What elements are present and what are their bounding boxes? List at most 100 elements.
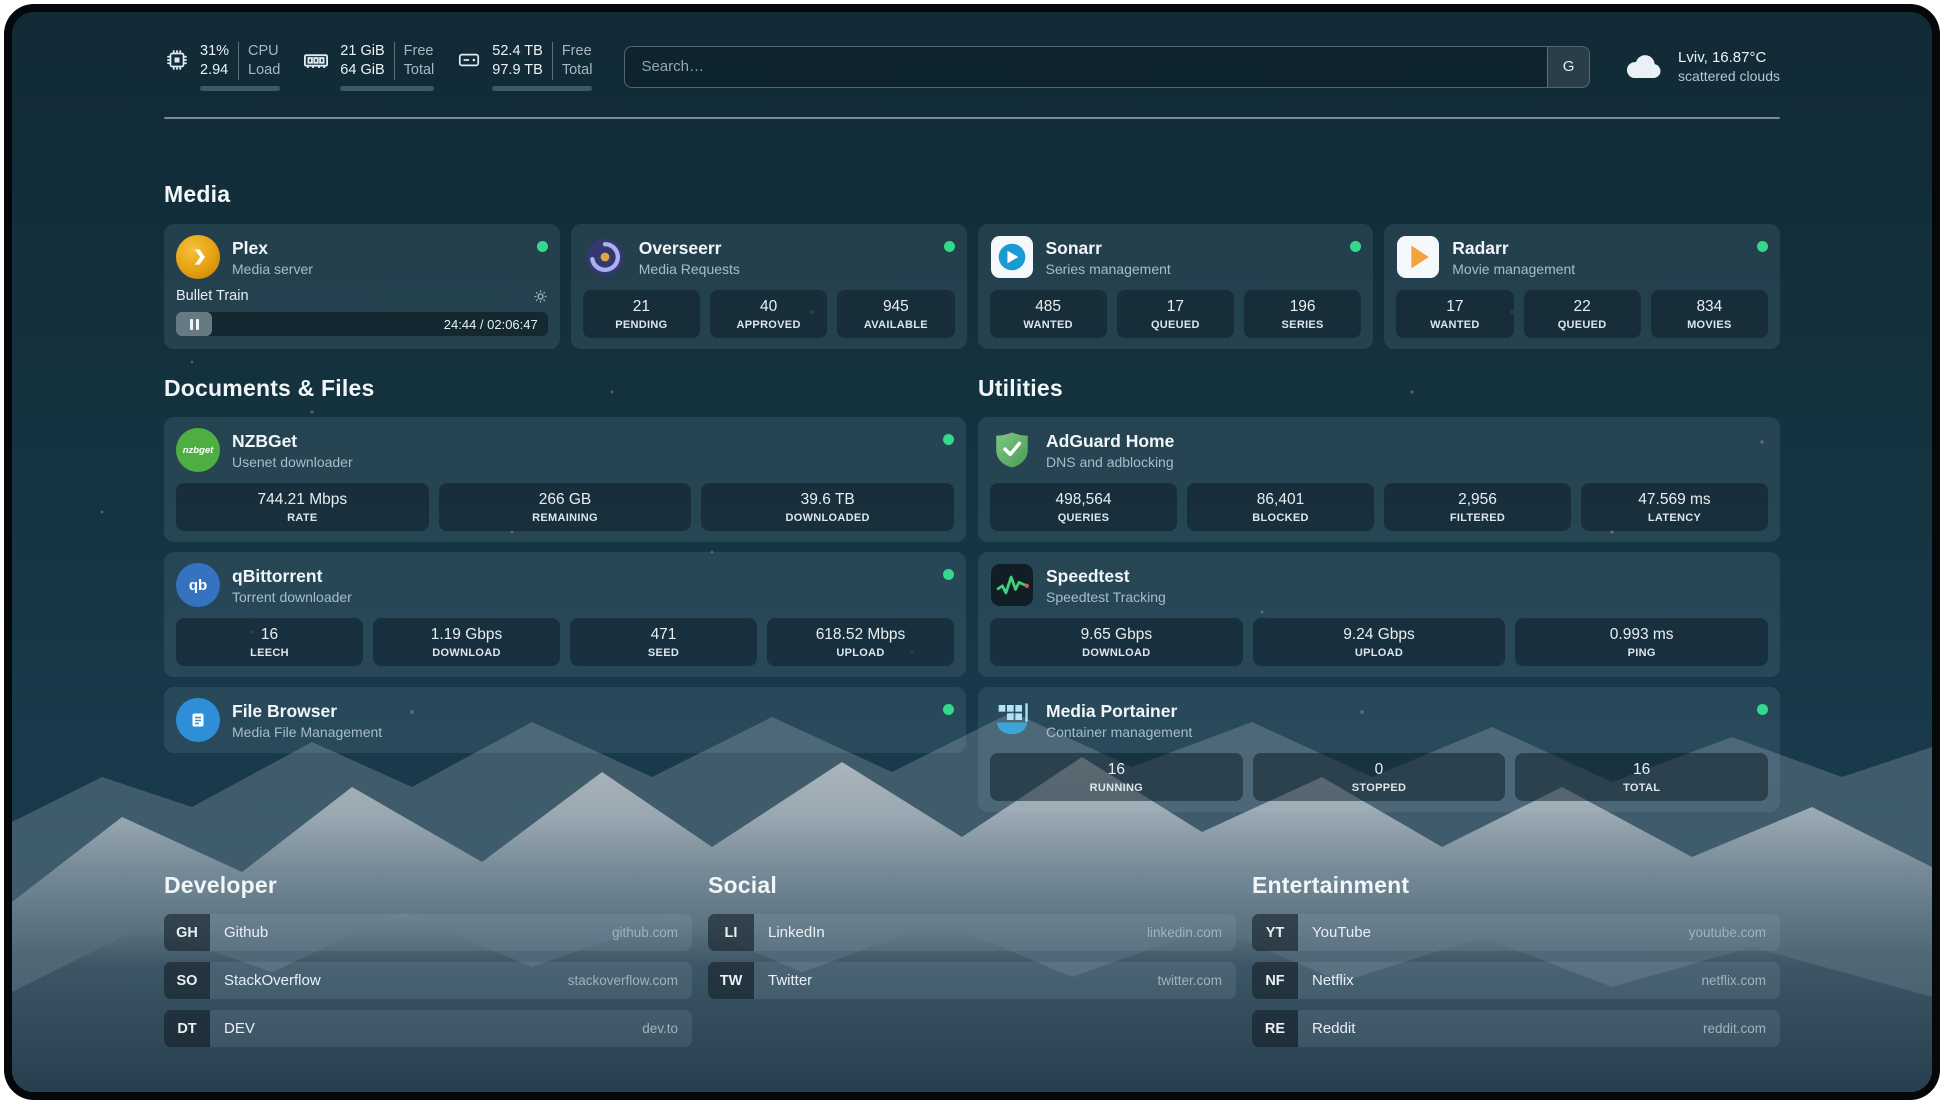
- bookmark-abbr: DT: [164, 1010, 210, 1047]
- service-title: File Browser: [232, 701, 382, 722]
- bookmark-dev[interactable]: DT DEV dev.to: [164, 1010, 692, 1047]
- service-card-overseerr[interactable]: Overseerr Media Requests 21 PENDING 40 A…: [571, 224, 967, 349]
- service-card-qbittorrent[interactable]: qb qBittorrent Torrent downloader 16 LEE…: [164, 552, 966, 677]
- stat-label: UPLOAD: [1257, 647, 1502, 659]
- stat-value: 2,956: [1388, 491, 1567, 509]
- stat-label: DOWNLOAD: [994, 647, 1239, 659]
- service-subtitle: Media File Management: [232, 724, 382, 740]
- qbittorrent-icon: qb: [176, 563, 220, 607]
- stat-label: SEED: [574, 647, 753, 659]
- stat-value: 945: [841, 298, 950, 316]
- bookmark-abbr: NF: [1252, 962, 1298, 999]
- service-subtitle: Torrent downloader: [232, 589, 352, 605]
- status-indicator: [1350, 241, 1361, 252]
- stat-value: 17: [1400, 298, 1509, 316]
- cloud-icon: [1622, 45, 1666, 89]
- stat-box: 21 PENDING: [583, 290, 700, 338]
- bookmark-netflix[interactable]: NF Netflix netflix.com: [1252, 962, 1780, 999]
- bookmark-stackoverflow[interactable]: SO StackOverflow stackoverflow.com: [164, 962, 692, 999]
- status-indicator: [943, 434, 954, 445]
- sonarr-icon: [990, 235, 1034, 279]
- bookmark-linkedin[interactable]: LI LinkedIn linkedin.com: [708, 914, 1236, 951]
- stat-box: 1.19 Gbps DOWNLOAD: [373, 618, 560, 666]
- memory-widget: 21 GiB 64 GiB Free Total: [302, 42, 434, 91]
- bookmark-domain: reddit.com: [1703, 1021, 1766, 1036]
- stat-label: QUERIES: [994, 512, 1173, 524]
- status-indicator: [1757, 704, 1768, 715]
- stat-label: LATENCY: [1585, 512, 1764, 524]
- stat-value: 471: [574, 626, 753, 644]
- stat-value: 266 GB: [443, 491, 688, 509]
- stat-value: 0: [1257, 761, 1502, 779]
- search-bar: G: [624, 46, 1590, 88]
- stat-label: TOTAL: [1519, 782, 1764, 794]
- stat-value: 47.569 ms: [1585, 491, 1764, 509]
- service-title: NZBGet: [232, 431, 353, 452]
- bookmarks-social: Social LI LinkedIn linkedin.com TW Twitt…: [708, 872, 1236, 999]
- memory-total-label: Total: [404, 61, 435, 80]
- stat-label: APPROVED: [714, 319, 823, 331]
- stat-box: 834 MOVIES: [1651, 290, 1768, 338]
- bookmark-youtube[interactable]: YT YouTube youtube.com: [1252, 914, 1780, 951]
- service-card-nzbget[interactable]: nzbget NZBGet Usenet downloader 744.21 M…: [164, 417, 966, 542]
- stat-label: DOWNLOAD: [377, 647, 556, 659]
- stat-label: PENDING: [587, 319, 696, 331]
- section-title-documents: Documents & Files: [164, 375, 966, 402]
- stat-value: 9.24 Gbps: [1257, 626, 1502, 644]
- bookmark-domain: twitter.com: [1157, 973, 1222, 988]
- playback-time: 24:44 / 02:06:47: [444, 317, 538, 332]
- cpu-widget: 31% 2.94 CPU Load: [164, 42, 280, 91]
- stat-label: BLOCKED: [1191, 512, 1370, 524]
- service-card-radarr[interactable]: Radarr Movie management 17 WANTED 22 QUE…: [1384, 224, 1780, 349]
- service-card-plex[interactable]: Plex Media server Bullet Train: [164, 224, 560, 349]
- service-card-portainer[interactable]: Media Portainer Container management 16 …: [978, 687, 1780, 812]
- stat-value: 485: [994, 298, 1103, 316]
- status-indicator: [944, 241, 955, 252]
- stat-box: 618.52 Mbps UPLOAD: [767, 618, 954, 666]
- search-provider-button[interactable]: G: [1547, 47, 1589, 87]
- stat-box: 0.993 ms PING: [1515, 618, 1768, 666]
- stat-box: 39.6 TB DOWNLOADED: [701, 483, 954, 531]
- service-subtitle: Media server: [232, 261, 313, 277]
- bookmark-reddit[interactable]: RE Reddit reddit.com: [1252, 1010, 1780, 1047]
- service-card-sonarr[interactable]: Sonarr Series management 485 WANTED 17 Q…: [978, 224, 1374, 349]
- documents-column: Documents & Files nzbget NZBGet Usenet d…: [164, 375, 966, 753]
- service-title: Radarr: [1452, 238, 1575, 259]
- overseerr-icon: [583, 235, 627, 279]
- adguard-icon: [990, 428, 1034, 472]
- cpu-usage-value: 31%: [200, 42, 229, 61]
- bookmark-name: LinkedIn: [768, 924, 825, 941]
- service-card-adguard[interactable]: AdGuard Home DNS and adblocking 498,564 …: [978, 417, 1780, 542]
- disk-total-value: 97.9 TB: [492, 61, 543, 80]
- pause-button[interactable]: [176, 312, 212, 336]
- service-card-filebrowser[interactable]: File Browser Media File Management: [164, 687, 966, 753]
- bookmark-domain: dev.to: [642, 1021, 678, 1036]
- bookmark-twitter[interactable]: TW Twitter twitter.com: [708, 962, 1236, 999]
- service-card-speedtest[interactable]: Speedtest Speedtest Tracking 9.65 Gbps D…: [978, 552, 1780, 677]
- bookmarks-entertainment: Entertainment YT YouTube youtube.com NF …: [1252, 872, 1780, 1047]
- stat-value: 196: [1248, 298, 1357, 316]
- topbar: 31% 2.94 CPU Load: [164, 12, 1780, 91]
- stat-label: WANTED: [994, 319, 1103, 331]
- gear-icon[interactable]: [533, 289, 548, 304]
- bookmark-github[interactable]: GH Github github.com: [164, 914, 692, 951]
- stat-value: 22: [1528, 298, 1637, 316]
- stat-box: 47.569 ms LATENCY: [1581, 483, 1768, 531]
- service-subtitle: Speedtest Tracking: [1046, 589, 1166, 605]
- stat-box: 9.24 Gbps UPLOAD: [1253, 618, 1506, 666]
- bookmark-name: DEV: [224, 1020, 255, 1037]
- service-title: Plex: [232, 238, 313, 259]
- search-input[interactable]: [624, 46, 1590, 88]
- stat-box: 471 SEED: [570, 618, 757, 666]
- playback-progress-bar: 24:44 / 02:06:47: [176, 312, 548, 336]
- stat-value: 16: [1519, 761, 1764, 779]
- bookmark-abbr: GH: [164, 914, 210, 951]
- bookmark-domain: stackoverflow.com: [568, 973, 678, 988]
- media-grid: Plex Media server Bullet Train: [164, 224, 1780, 349]
- stat-value: 40: [714, 298, 823, 316]
- plex-icon: [176, 235, 220, 279]
- stat-box: 16 RUNNING: [990, 753, 1243, 801]
- portainer-icon: [990, 698, 1034, 742]
- bookmark-name: YouTube: [1312, 924, 1371, 941]
- bookmark-abbr: LI: [708, 914, 754, 951]
